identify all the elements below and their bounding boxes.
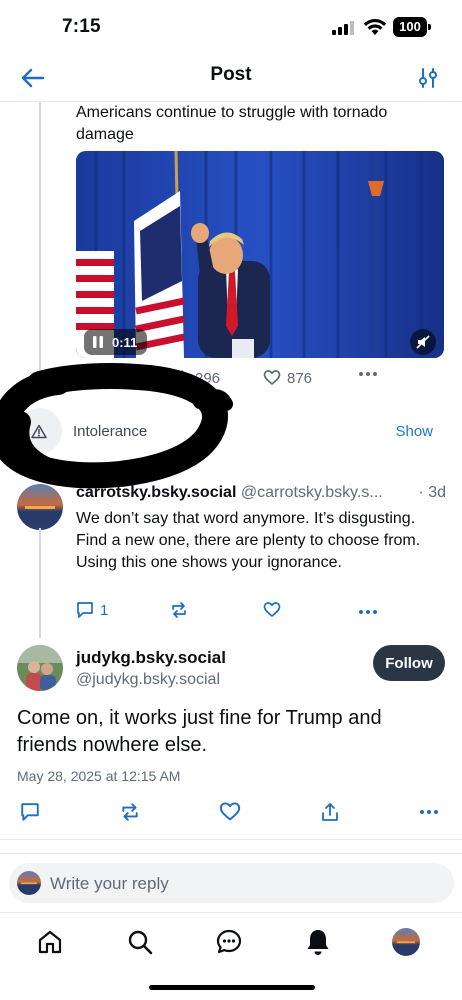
- avatar: [17, 871, 41, 895]
- content-warning-row[interactable]: Intolerance Show: [16, 408, 446, 454]
- heart-icon: [263, 370, 281, 385]
- reply-button[interactable]: [17, 799, 43, 825]
- post-author-name[interactable]: judykg.bsky.social: [76, 648, 226, 668]
- search-icon: [128, 930, 153, 955]
- tab-chat[interactable]: [214, 927, 244, 957]
- like-count: 876: [287, 369, 313, 387]
- repost-count: 296: [195, 369, 221, 387]
- sunset-avatar-image: [17, 484, 63, 530]
- ellipsis-icon: [420, 810, 438, 814]
- people-photo-avatar-image: [17, 645, 63, 691]
- battery-indicator: 100: [393, 17, 431, 37]
- muted-speaker-icon: [416, 335, 430, 349]
- ellipsis-icon: [359, 372, 377, 376]
- reply-count: 181: [100, 369, 126, 387]
- top-nav-bar: Post: [0, 54, 462, 102]
- avatar[interactable]: [17, 645, 63, 691]
- post-text: Come on, it works just fine for Trump an…: [17, 707, 382, 756]
- reply-count: 1: [100, 601, 109, 619]
- reply-display-name[interactable]: carrotsky.bsky.social: [76, 484, 236, 501]
- repost-icon: [122, 803, 138, 821]
- reply-placeholder: Write your reply: [50, 874, 169, 893]
- thread-connector-line: [39, 528, 41, 638]
- reply-handle[interactable]: @carrotsky.bsky.s...: [241, 484, 383, 501]
- video-player[interactable]: 0:11: [76, 151, 444, 358]
- sunset-avatar-image: [17, 871, 41, 895]
- post-actions: [0, 799, 462, 825]
- bell-icon: [307, 930, 329, 955]
- divider: [0, 839, 462, 840]
- cellular-signal-icon: [332, 21, 354, 35]
- home-icon: [38, 930, 62, 954]
- ellipsis-icon: [359, 610, 377, 614]
- like-button[interactable]: 876: [263, 369, 312, 387]
- tab-profile[interactable]: [391, 927, 421, 957]
- more-options-button[interactable]: [358, 371, 378, 377]
- repost-button[interactable]: 296: [171, 369, 220, 387]
- warning-triangle-icon: [31, 424, 47, 438]
- status-time: 7:15: [62, 16, 101, 37]
- reply-button[interactable]: 1: [76, 601, 108, 619]
- mute-toggle-button[interactable]: [410, 329, 436, 355]
- content-warning-label: Intolerance: [73, 423, 148, 440]
- divider: [0, 853, 462, 854]
- reply-bubble-icon: [77, 602, 93, 618]
- reply-bubble-icon: [21, 803, 39, 821]
- post-author-handle[interactable]: @judykg.bsky.social: [76, 671, 220, 689]
- video-frame-image: [76, 151, 444, 358]
- chat-icon: [216, 929, 242, 954]
- warning-badge: [16, 408, 62, 454]
- thread-options-button[interactable]: [414, 64, 442, 92]
- reply-composer[interactable]: Write your reply: [9, 863, 454, 903]
- parent-post-text: Americans continue to struggle with torn…: [76, 104, 388, 143]
- wifi-icon: [363, 19, 387, 35]
- post-timestamp: May 28, 2025 at 12:15 AM: [17, 768, 181, 784]
- video-playback-pill[interactable]: 0:11: [84, 329, 148, 355]
- reply-bubble-icon: [77, 370, 93, 386]
- profile-avatar: [392, 928, 420, 956]
- repost-button[interactable]: [170, 601, 188, 619]
- like-button[interactable]: [263, 601, 281, 619]
- tab-notifications[interactable]: [303, 927, 333, 957]
- page-title: Post: [210, 64, 252, 85]
- share-icon: [322, 803, 338, 821]
- avatar[interactable]: [17, 484, 63, 530]
- more-options-button[interactable]: [358, 609, 378, 615]
- follow-button[interactable]: Follow: [373, 645, 445, 681]
- more-options-button[interactable]: [416, 799, 442, 825]
- parent-post-actions: 181 296 876: [76, 369, 386, 393]
- reply-text: We don’t say that word anymore. It’s dis…: [76, 510, 421, 571]
- like-button[interactable]: [217, 799, 243, 825]
- repost-button[interactable]: [117, 799, 143, 825]
- pause-icon: [93, 336, 103, 348]
- status-bar: 7:15 100: [0, 0, 462, 54]
- reply-button[interactable]: 181: [76, 369, 125, 387]
- video-timestamp: 0:11: [112, 334, 138, 350]
- reply-timestamp: · 3d: [414, 484, 446, 502]
- home-indicator: [149, 985, 315, 990]
- heart-icon: [219, 802, 241, 821]
- repost-icon: [172, 602, 186, 618]
- sliders-icon: [419, 68, 437, 88]
- tab-home[interactable]: [35, 927, 65, 957]
- show-content-button[interactable]: Show: [395, 423, 433, 440]
- reply-header: carrotsky.bsky.social @carrotsky.bsky.s.…: [76, 484, 446, 502]
- heart-icon: [263, 602, 281, 617]
- share-button[interactable]: [317, 799, 343, 825]
- repost-icon: [173, 370, 187, 386]
- reply-actions: 1: [76, 601, 386, 625]
- sunset-avatar-image: [392, 928, 420, 956]
- thread-connector-line: [39, 102, 41, 370]
- tab-search[interactable]: [125, 927, 155, 957]
